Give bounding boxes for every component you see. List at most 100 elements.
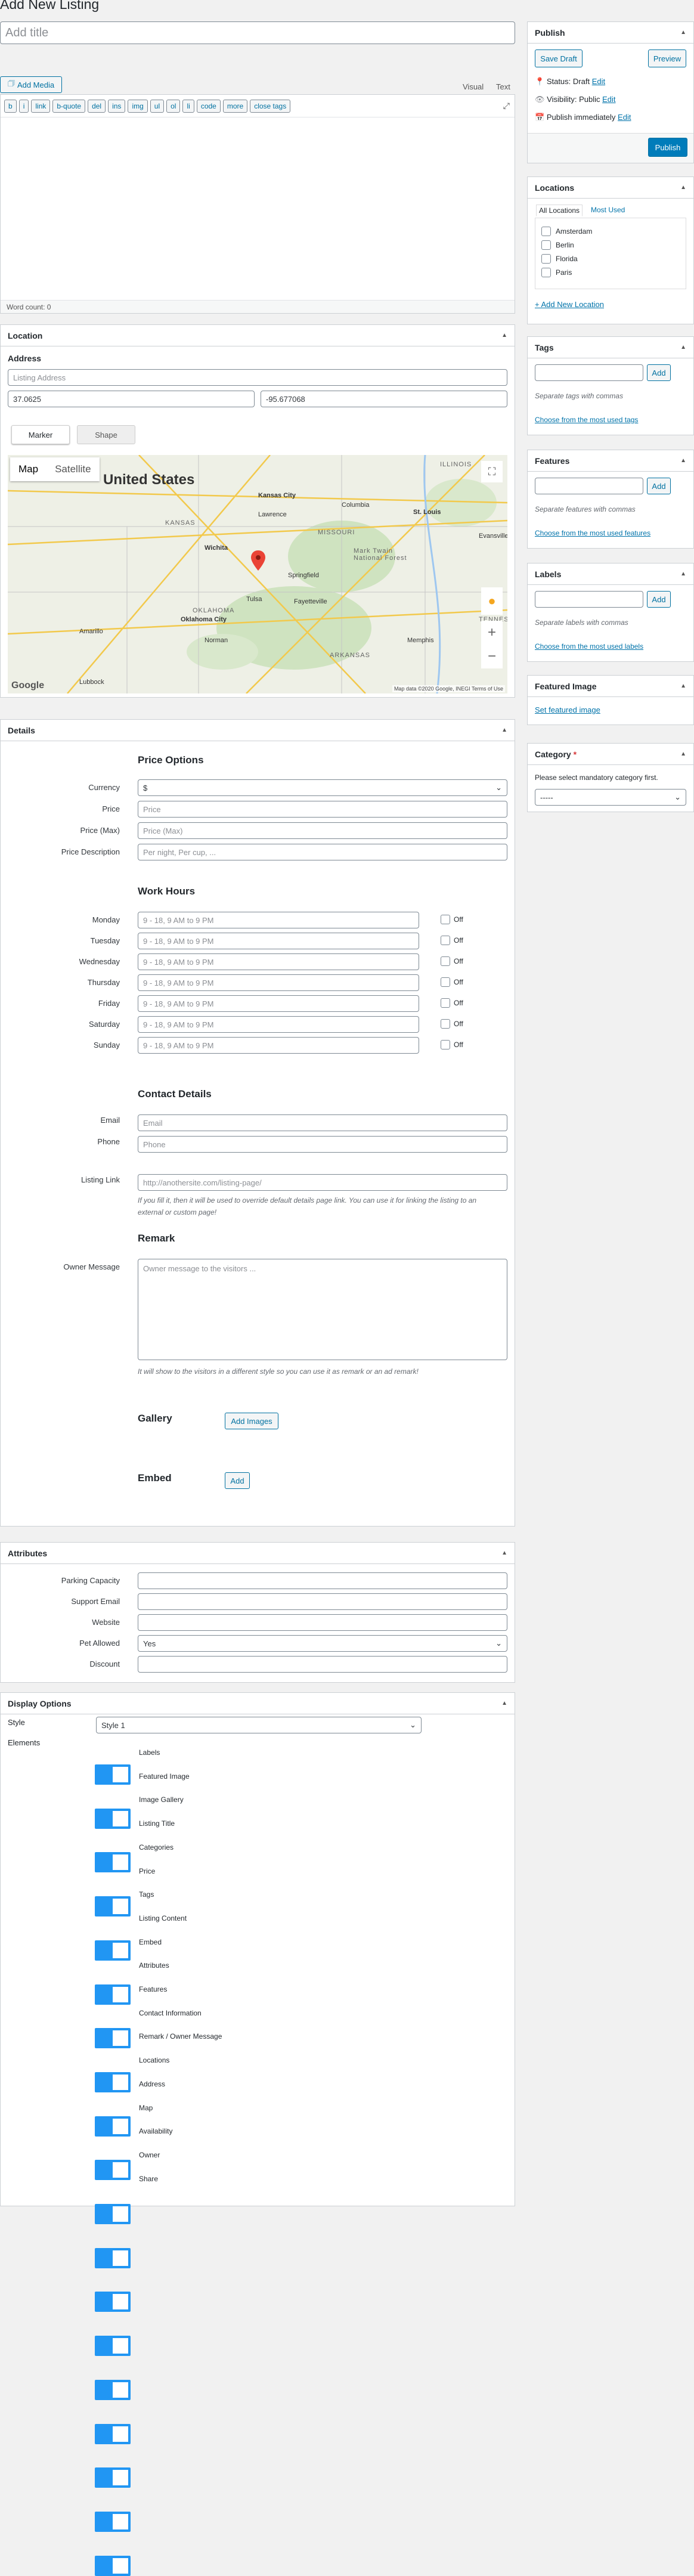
publish-button[interactable]: Publish (648, 138, 687, 157)
location-checkbox[interactable] (541, 254, 551, 264)
quicktag-button[interactable]: ol (166, 99, 181, 113)
collapse-arrow-icon[interactable]: ▲ (680, 344, 686, 351)
element-toggle[interactable] (95, 2028, 131, 2049)
attribute-input[interactable] (138, 1614, 507, 1631)
off-toggle[interactable]: Off (441, 936, 463, 945)
collapse-arrow-icon[interactable]: ▲ (680, 571, 686, 577)
map-marker-icon[interactable] (251, 550, 265, 571)
attributes-header[interactable]: Attributes ▲ (1, 1543, 515, 1564)
collapse-arrow-icon[interactable]: ▲ (680, 683, 686, 689)
tags-header[interactable]: Tags ▲ (528, 337, 693, 358)
collapse-arrow-icon[interactable]: ▲ (680, 184, 686, 191)
attribute-input[interactable] (138, 1593, 507, 1610)
phone-input[interactable]: Phone (138, 1136, 507, 1153)
quicktag-button[interactable]: code (196, 99, 221, 113)
price-max-input[interactable]: Price (Max) (138, 822, 507, 839)
element-toggle[interactable] (95, 2116, 131, 2137)
off-checkbox[interactable] (441, 977, 450, 987)
features-input[interactable] (535, 478, 643, 494)
tab-most-used[interactable]: Most Used (591, 206, 625, 214)
quicktag-button[interactable]: img (128, 99, 148, 113)
element-toggle[interactable] (95, 1852, 131, 1873)
publish-header[interactable]: Publish ▲ (528, 22, 693, 44)
collapse-arrow-icon[interactable]: ▲ (501, 1700, 507, 1707)
hours-input[interactable]: 9 - 18, 9 AM to 9 PM (138, 953, 419, 970)
location-checkbox-item[interactable]: Paris (541, 268, 572, 277)
quicktag-button[interactable]: link (31, 99, 51, 113)
location-checkbox-item[interactable]: Berlin (541, 240, 574, 250)
set-featured-image-link[interactable]: Set featured image (535, 705, 600, 714)
satellite-button[interactable]: Satellite (47, 457, 99, 481)
element-toggle[interactable] (95, 2467, 131, 2488)
element-toggle[interactable] (95, 2555, 131, 2576)
location-header[interactable]: Location ▲ (1, 325, 515, 346)
hours-input[interactable]: 9 - 18, 9 AM to 9 PM (138, 1037, 419, 1054)
details-header[interactable]: Details ▲ (1, 720, 515, 741)
add-tag-button[interactable]: Add (647, 364, 671, 381)
element-toggle[interactable] (95, 2072, 131, 2092)
element-toggle[interactable] (95, 1808, 131, 1829)
quicktag-button[interactable]: ins (108, 99, 126, 113)
off-checkbox[interactable] (441, 998, 450, 1008)
save-draft-button[interactable]: Save Draft (535, 49, 583, 67)
add-images-button[interactable]: Add Images (225, 1413, 278, 1429)
tab-visual[interactable]: Visual (463, 82, 484, 91)
title-input[interactable]: Add title (0, 21, 515, 44)
element-toggle[interactable] (95, 1984, 131, 2005)
price-description-input[interactable]: Per night, Per cup, ... (138, 844, 507, 860)
location-checkbox-item[interactable]: Florida (541, 254, 578, 264)
address-input[interactable]: Listing Address (8, 369, 507, 386)
quicktag-button[interactable]: more (222, 99, 248, 113)
style-select[interactable]: Style 1 ⌄ (96, 1717, 422, 1733)
edit-publish-time-link[interactable]: Edit (618, 113, 631, 122)
hours-input[interactable]: 9 - 18, 9 AM to 9 PM (138, 912, 419, 928)
tab-text[interactable]: Text (496, 82, 510, 91)
off-checkbox[interactable] (441, 915, 450, 924)
labels-input[interactable] (535, 591, 643, 608)
edit-status-link[interactable]: Edit (592, 77, 605, 86)
pegman-icon[interactable]: ● (481, 587, 503, 615)
collapse-arrow-icon[interactable]: ▲ (680, 751, 686, 757)
off-toggle[interactable]: Off (441, 977, 463, 987)
off-toggle[interactable]: Off (441, 998, 463, 1008)
off-toggle[interactable]: Off (441, 1040, 463, 1049)
tab-marker[interactable]: Marker (11, 425, 70, 444)
collapse-arrow-icon[interactable]: ▲ (680, 457, 686, 464)
owner-message-textarea[interactable]: Owner message to the visitors ... (138, 1259, 507, 1360)
off-checkbox[interactable] (441, 1040, 450, 1049)
element-toggle[interactable] (95, 1896, 131, 1917)
element-toggle[interactable] (95, 2379, 131, 2400)
choose-features-link[interactable]: Choose from the most used features (535, 529, 650, 537)
collapse-arrow-icon[interactable]: ▲ (501, 1550, 507, 1556)
hours-input[interactable]: 9 - 18, 9 AM to 9 PM (138, 974, 419, 991)
hours-input[interactable]: 9 - 18, 9 AM to 9 PM (138, 933, 419, 949)
tab-all-locations[interactable]: All Locations (536, 205, 583, 216)
hours-input[interactable]: 9 - 18, 9 AM to 9 PM (138, 1016, 419, 1033)
preview-button[interactable]: Preview (648, 49, 686, 67)
edit-visibility-link[interactable]: Edit (602, 95, 615, 104)
off-checkbox[interactable] (441, 1019, 450, 1029)
category-header[interactable]: Category * ▲ (528, 744, 693, 765)
element-toggle[interactable] (95, 1764, 131, 1785)
add-new-location-link[interactable]: + Add New Location (535, 300, 604, 309)
add-label-button[interactable]: Add (647, 591, 671, 608)
zoom-in-icon[interactable]: + (488, 624, 496, 641)
location-checkbox[interactable] (541, 268, 551, 277)
latitude-input[interactable]: 37.0625 (8, 391, 255, 407)
add-feature-button[interactable]: Add (647, 478, 671, 494)
off-toggle[interactable]: Off (441, 915, 463, 924)
element-toggle[interactable] (95, 2204, 131, 2224)
off-checkbox[interactable] (441, 936, 450, 945)
pet-allowed-select[interactable]: Yes ⌄ (138, 1635, 507, 1652)
locations-header[interactable]: Locations ▲ (528, 177, 693, 199)
element-toggle[interactable] (95, 2247, 131, 2268)
quicktag-button[interactable]: b (4, 99, 17, 113)
location-checkbox-item[interactable]: Amsterdam (541, 227, 592, 236)
element-toggle[interactable] (95, 2511, 131, 2532)
quicktag-button[interactable]: close tags (250, 99, 291, 113)
currency-select[interactable]: $ ⌄ (138, 779, 507, 796)
labels-header[interactable]: Labels ▲ (528, 564, 693, 585)
map-button[interactable]: Map (10, 457, 47, 481)
features-header[interactable]: Features ▲ (528, 450, 693, 472)
collapse-arrow-icon[interactable]: ▲ (501, 727, 507, 733)
